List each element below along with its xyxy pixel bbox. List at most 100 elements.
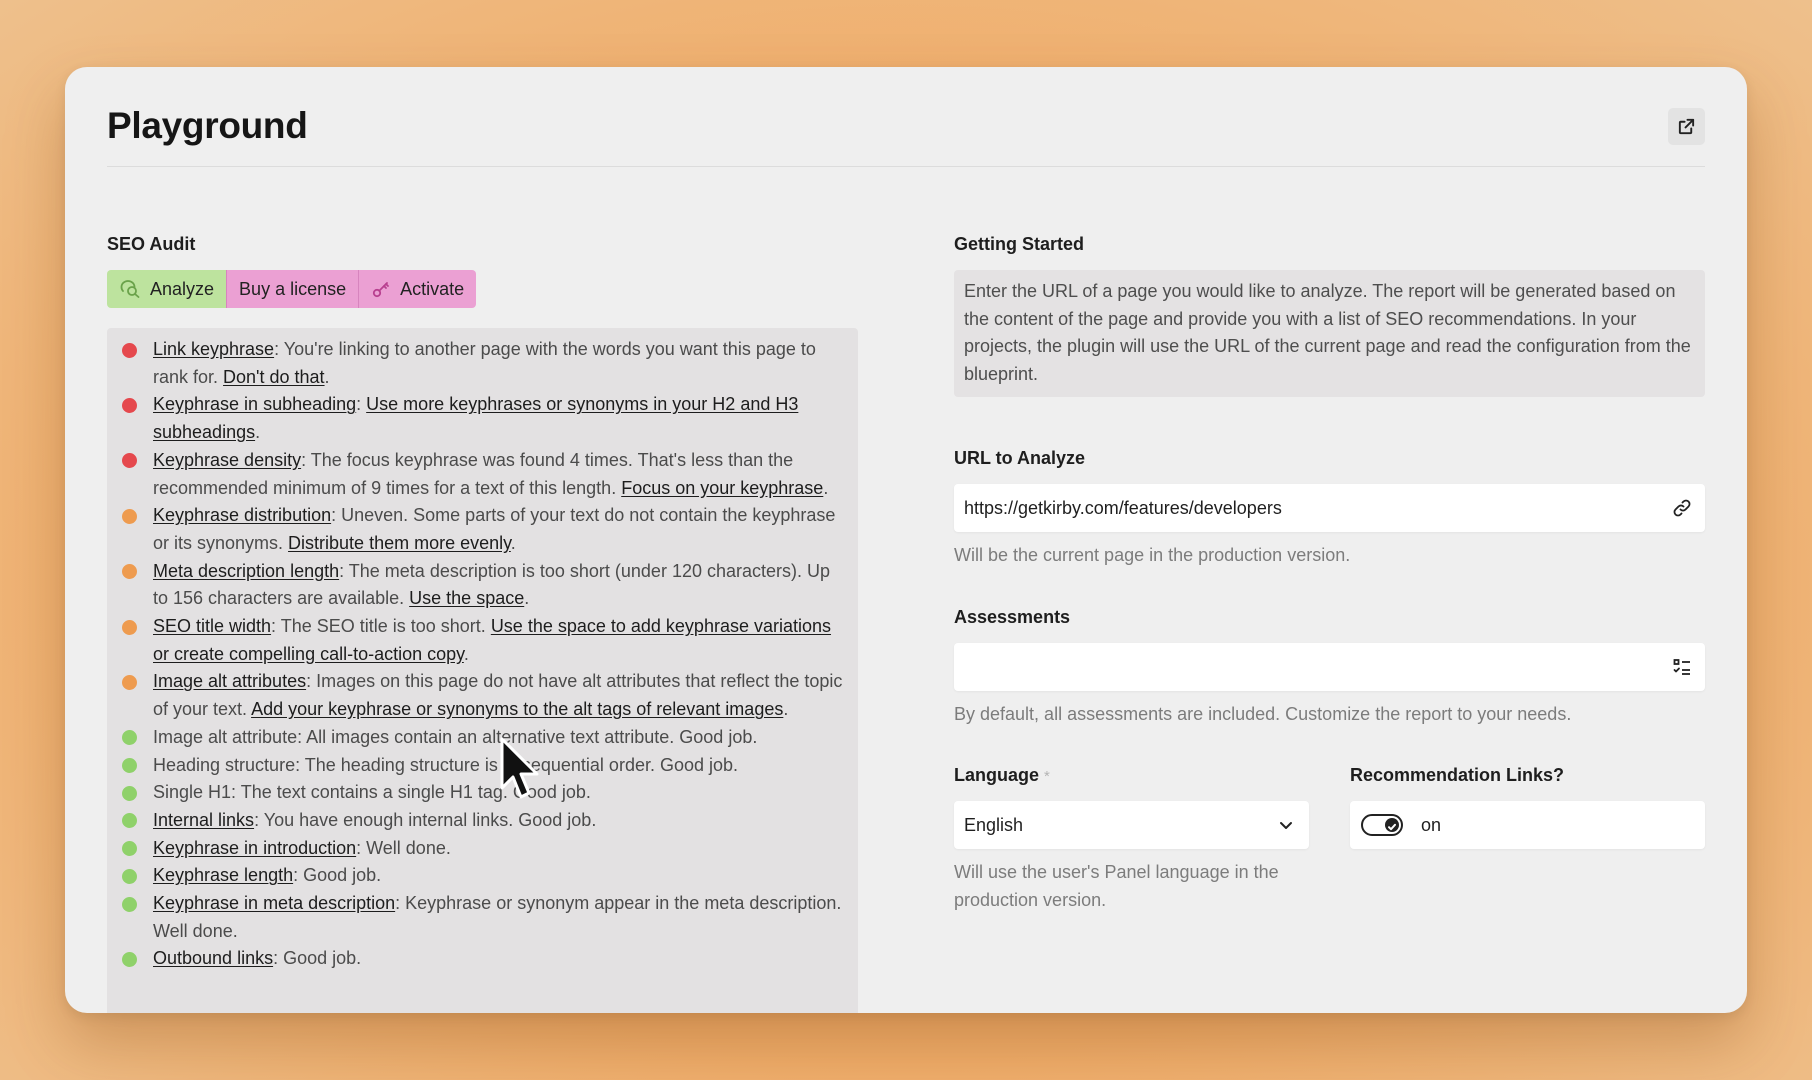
status-red-icon bbox=[122, 397, 137, 413]
status-orange-icon bbox=[122, 619, 137, 635]
audit-item-title-link[interactable]: Link keyphrase bbox=[153, 339, 274, 359]
audit-item-message: Image alt attribute: All images contain … bbox=[153, 726, 758, 747]
status-green-icon bbox=[122, 730, 137, 746]
recommendation-links-field: Recommendation Links? on bbox=[1350, 763, 1705, 914]
analyze-label: Analyze bbox=[150, 278, 215, 299]
audit-item: Single H1: The text contains a single H1… bbox=[122, 779, 848, 807]
assessments-label: Assessments bbox=[954, 606, 1071, 627]
seo-audit-section: SEO Audit Analyze Buy a license Activate bbox=[107, 232, 858, 1013]
audit-item-message: : The SEO title is too short. bbox=[271, 616, 491, 637]
url-input-value: https://getkirby.com/features/developers bbox=[964, 497, 1282, 518]
audit-item-title-link[interactable]: Keyphrase density bbox=[153, 450, 301, 470]
checklist-icon[interactable] bbox=[1672, 657, 1692, 677]
audit-item: Keyphrase distribution: Uneven. Some par… bbox=[122, 502, 848, 557]
status-green-icon bbox=[122, 813, 137, 829]
audit-item-text: Image alt attribute: All images contain … bbox=[153, 724, 757, 752]
audit-item-title-link[interactable]: Keyphrase in meta description bbox=[153, 893, 395, 913]
page-title: Playground bbox=[107, 105, 308, 146]
recommendation-links-toggle[interactable] bbox=[1361, 814, 1403, 837]
audit-item-text: Keyphrase in subheading: Use more keyphr… bbox=[153, 391, 848, 446]
activate-label: Activate bbox=[400, 278, 465, 299]
required-marker: * bbox=[1044, 768, 1050, 786]
audit-item-text: Keyphrase in introduction: Well done. bbox=[153, 835, 451, 863]
seo-audit-label: SEO Audit bbox=[107, 234, 196, 254]
audit-item-text: Keyphrase distribution: Uneven. Some par… bbox=[153, 502, 848, 557]
audit-item-recommendation-link[interactable]: Distribute them more evenly bbox=[288, 533, 511, 553]
audit-item-title-link[interactable]: Meta description length bbox=[153, 561, 339, 581]
audit-item-recommendation-link[interactable]: Focus on your keyphrase bbox=[621, 478, 823, 498]
language-label: Language * bbox=[954, 763, 1309, 787]
activate-button[interactable]: Activate bbox=[358, 270, 477, 308]
status-green-icon bbox=[122, 868, 137, 884]
audit-item-message: : bbox=[356, 394, 367, 415]
seo-audit-results: Link keyphrase: You're linking to anothe… bbox=[107, 328, 858, 1013]
language-select[interactable]: English bbox=[954, 801, 1309, 850]
audit-item: Keyphrase density: The focus keyphrase w… bbox=[122, 447, 848, 502]
status-green-icon bbox=[122, 951, 137, 967]
audit-item-message: : Well done. bbox=[356, 837, 451, 858]
language-help: Will use the user's Panel language in th… bbox=[954, 862, 1279, 911]
audit-item-text: Keyphrase density: The focus keyphrase w… bbox=[153, 447, 848, 502]
url-field-help: Will be the current page in the producti… bbox=[954, 545, 1351, 565]
audit-item-title-link[interactable]: Keyphrase distribution bbox=[153, 505, 331, 525]
audit-item-title-link[interactable]: Keyphrase length bbox=[153, 865, 293, 885]
assessments-input[interactable] bbox=[954, 642, 1705, 691]
audit-item: Heading structure: The heading structure… bbox=[122, 752, 848, 780]
assessments-help: By default, all assessments are included… bbox=[954, 703, 1572, 724]
analyze-button[interactable]: Analyze bbox=[107, 270, 227, 308]
getting-started-info: Enter the URL of a page you would like t… bbox=[954, 270, 1705, 397]
audit-item: Meta description length: The meta descri… bbox=[122, 558, 848, 613]
audit-item-recommendation-link[interactable]: Use the space bbox=[409, 588, 524, 608]
link-icon[interactable] bbox=[1672, 498, 1692, 518]
audit-item-recommendation-link[interactable]: Add your keyphrase or synonyms to the al… bbox=[251, 699, 783, 719]
status-green-icon bbox=[122, 841, 137, 857]
audit-item-title-link[interactable]: Keyphrase in subheading bbox=[153, 394, 356, 414]
buy-license-button[interactable]: Buy a license bbox=[226, 270, 359, 308]
audit-item-text: Heading structure: The heading structure… bbox=[153, 752, 738, 780]
key-icon bbox=[373, 282, 390, 298]
audit-item: Keyphrase in subheading: Use more keyphr… bbox=[122, 391, 848, 446]
audit-item-message: : Good job. bbox=[293, 865, 382, 886]
toggle-knob bbox=[1385, 818, 1399, 833]
audit-item-title-link[interactable]: Internal links bbox=[153, 810, 254, 830]
audit-item-text: Keyphrase length: Good job. bbox=[153, 862, 381, 890]
audit-item-recommendation-link[interactable]: Don't do that bbox=[223, 367, 325, 387]
buy-license-label: Buy a license bbox=[239, 278, 347, 299]
open-external-button[interactable] bbox=[1668, 108, 1705, 145]
settings-section: Getting Started Enter the URL of a page … bbox=[954, 232, 1705, 915]
page-header: Playground bbox=[107, 67, 1705, 167]
status-red-icon bbox=[122, 342, 137, 358]
audit-item: SEO title width: The SEO title is too sh… bbox=[122, 613, 848, 668]
getting-started-label: Getting Started bbox=[954, 234, 1085, 254]
audit-item-title-link[interactable]: Outbound links bbox=[153, 948, 273, 968]
analyze-search-icon bbox=[120, 280, 140, 298]
audit-item: Outbound links: Good job. bbox=[122, 945, 848, 973]
audit-item-text: Keyphrase in meta description: Keyphrase… bbox=[153, 890, 848, 945]
audit-item-text: Internal links: You have enough internal… bbox=[153, 807, 596, 835]
audit-item-end: . bbox=[524, 588, 530, 609]
audit-item-text: Meta description length: The meta descri… bbox=[153, 558, 848, 613]
audit-item-title-link[interactable]: Image alt attributes bbox=[153, 671, 306, 691]
status-green-icon bbox=[122, 758, 137, 774]
audit-item-message: Heading structure: The heading structure… bbox=[153, 754, 739, 775]
audit-item: Image alt attribute: All images contain … bbox=[122, 724, 848, 752]
audit-item-text: Outbound links: Good job. bbox=[153, 945, 361, 973]
toggle-state-label: on bbox=[1421, 814, 1442, 835]
audit-item-message: : You have enough internal links. Good j… bbox=[254, 809, 597, 830]
audit-item-end: . bbox=[823, 477, 829, 498]
seo-audit-button-group: Analyze Buy a license Activate bbox=[107, 270, 858, 308]
status-green-icon bbox=[122, 896, 137, 912]
language-field: Language * English Will use the user's Pa… bbox=[954, 763, 1309, 914]
audit-item: Internal links: You have enough internal… bbox=[122, 807, 848, 835]
url-input[interactable]: https://getkirby.com/features/developers bbox=[954, 484, 1705, 532]
audit-item-title-link[interactable]: Keyphrase in introduction bbox=[153, 838, 356, 858]
audit-item-end: . bbox=[783, 699, 789, 720]
audit-item-title-link[interactable]: SEO title width bbox=[153, 616, 271, 636]
language-select-value: English bbox=[964, 814, 1024, 835]
check-icon bbox=[1388, 824, 1396, 831]
audit-item-end: . bbox=[324, 366, 330, 387]
recommendation-links-toggle-field[interactable]: on bbox=[1350, 801, 1705, 850]
status-orange-icon bbox=[122, 674, 137, 690]
language-links-row: Language * English Will use the user's Pa… bbox=[954, 763, 1705, 914]
audit-item: Keyphrase in introduction: Well done. bbox=[122, 835, 848, 863]
